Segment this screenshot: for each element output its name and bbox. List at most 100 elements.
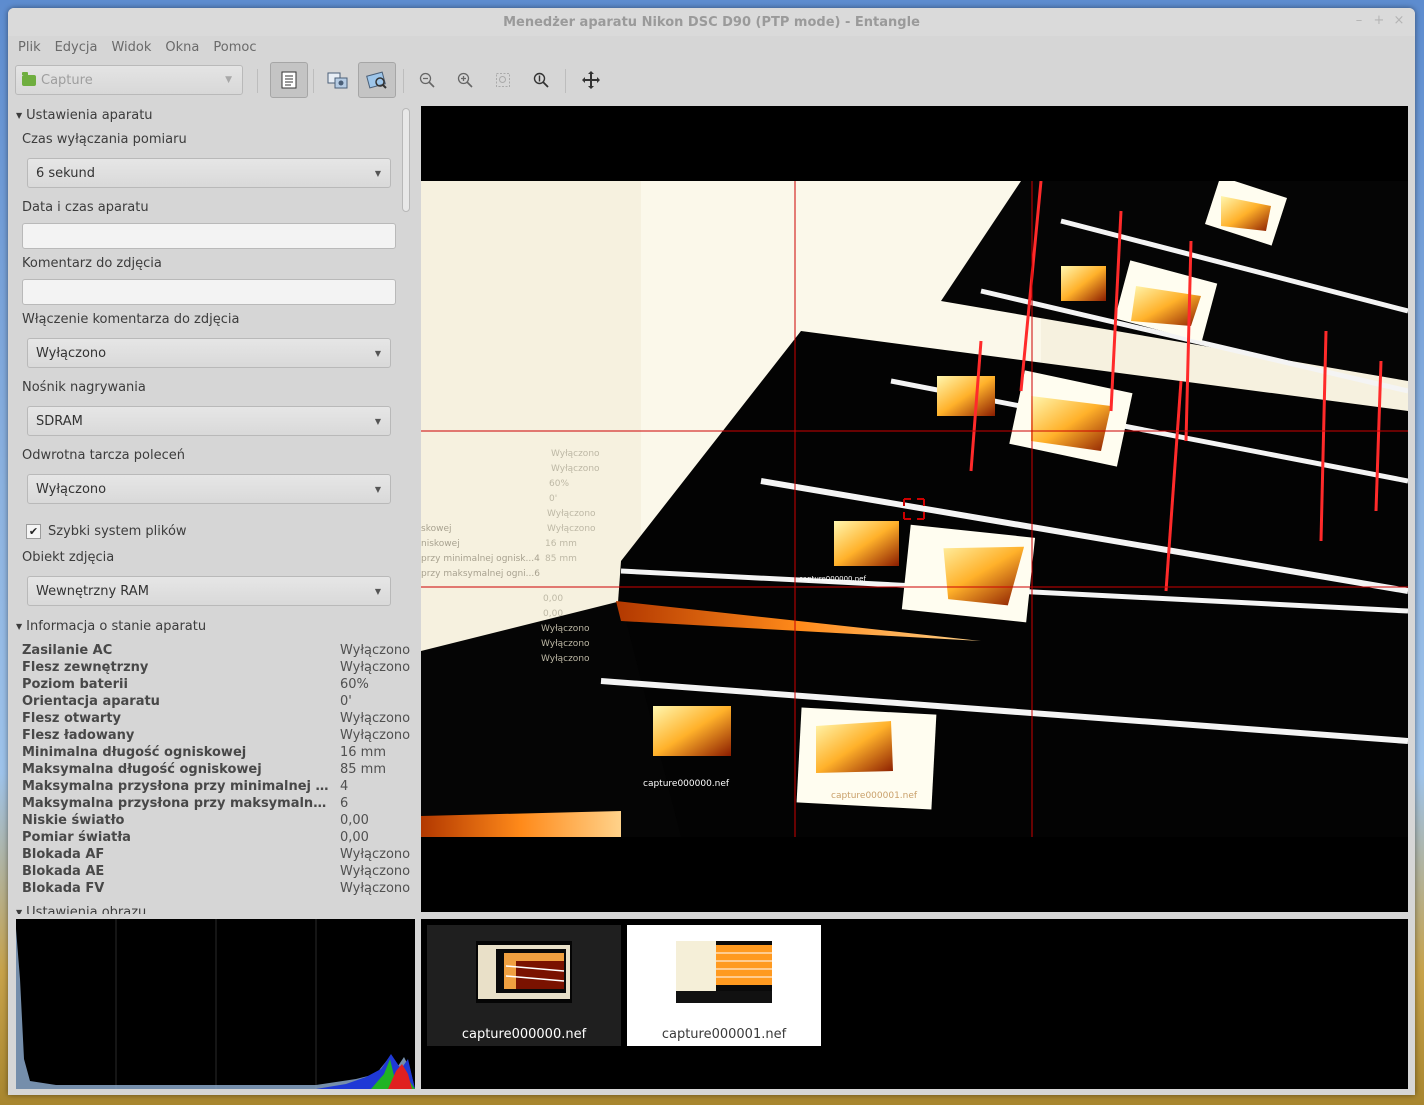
status-value: 0' [340,694,352,709]
status-row: Flesz zewnętrzny Wyłączono [22,660,410,677]
menu-okna[interactable]: Okna [165,40,207,55]
thumbnail-0-image [476,941,572,1003]
settings-panel-icon [281,71,297,89]
chevron-down-icon: ▼ [374,169,381,178]
svg-text:niskowej: niskowej [421,539,460,549]
zoom-in-button[interactable] [450,65,480,95]
zoom-out-icon [419,72,435,88]
thumbnail-1[interactable]: capture000001.nef [627,925,821,1046]
reverse-dial-dropdown[interactable]: Wyłączono ▼ [27,474,391,504]
status-value: 0,00 [340,813,369,828]
svg-text:60%: 60% [549,479,569,489]
recording-media-value: SDRAM [36,413,83,429]
status-key: Flesz ładowany [22,728,135,743]
status-key: Orientacja aparatu [22,694,160,709]
status-key: Zasilanie AC [22,643,113,658]
fast-fs-label: Szybki system plików [48,524,187,539]
datetime-label: Data i czas aparatu [22,200,149,215]
recording-media-dropdown[interactable]: SDRAM ▼ [27,406,391,436]
toolbar-separator [257,69,258,93]
chevron-down-icon: ▼ [225,75,232,85]
histogram [16,919,415,1089]
thumbnail-1-image [676,941,772,1003]
status-key: Maksymalna przysłona przy minimalnej ogn… [22,779,330,794]
status-row: Blokada FV Wyłączono [22,881,410,898]
menu-plik[interactable]: Plik [18,40,49,55]
fullscreen-button[interactable] [576,65,606,95]
chevron-down-icon: ▼ [374,587,381,596]
zoom-fit-button[interactable] [488,65,518,95]
status-key: Poziom baterii [22,677,128,692]
status-value: Wyłączono [340,643,411,658]
minimize-icon[interactable]: – [1353,13,1365,28]
zoom-normal-button[interactable] [526,65,556,95]
svg-text:Wyłączono: Wyłączono [551,464,600,474]
comment-label: Komentarz do zdjęcia [22,256,162,271]
image-settings-header[interactable]: ▼ Ustawienia obrazu [16,905,146,914]
status-key: Blokada AE [22,864,105,879]
comment-field[interactable] [22,279,396,305]
status-value: Wyłączono [340,728,411,743]
svg-text:Wyłączono: Wyłączono [547,524,596,534]
expander-icon: ▼ [16,908,23,914]
fast-fs-row[interactable]: ✔ Szybki system plików [26,524,187,539]
maximize-icon[interactable]: + [1373,13,1385,28]
status-row: Poziom baterii 60% [22,677,402,694]
menu-pomoc[interactable]: Pomoc [213,40,264,55]
preview-button[interactable] [358,62,396,98]
status-value: 6 [340,796,349,811]
svg-text:przy minimalnej ognisk...4: przy minimalnej ognisk...4 [421,554,540,564]
session-combo[interactable]: Capture ▼ [15,65,243,95]
thumbnail-0[interactable]: capture000000.nef [427,925,621,1046]
chevron-down-icon: ▼ [374,349,381,358]
preview-photo-svg: Wyłączono Wyłączono 60% 0' Wyłączono Wył… [421,181,1408,837]
status-key: Flesz zewnętrzny [22,660,149,675]
capture-button[interactable] [323,65,353,95]
overlay-label-1: capture000000.nef [799,575,866,583]
comment-enable-dropdown[interactable]: Wyłączono ▼ [27,338,391,368]
meter-off-label: Czas wyłączania pomiaru [22,132,187,147]
capture-target-dropdown[interactable]: Wewnętrzny RAM ▼ [27,576,391,606]
status-key: Maksymalna przysłona przy maksymalnej og… [22,796,330,811]
zoom-out-button[interactable] [412,65,442,95]
histogram-chart [16,919,415,1089]
comment-enable-label: Włączenie komentarza do zdjęcia [22,312,240,327]
camera-settings-title: Ustawienia aparatu [26,108,153,123]
status-row: Orientacja aparatu 0' [22,694,402,711]
image-settings-title: Ustawienia obrazu [26,905,147,914]
meter-off-value: 6 sekund [36,165,96,181]
status-value: 0,00 [340,830,369,845]
fast-fs-checkbox[interactable]: ✔ [26,524,41,539]
live-preview[interactable]: Wyłączono Wyłączono 60% 0' Wyłączono Wył… [421,106,1408,912]
fullscreen-icon [582,71,600,89]
status-key: Blokada FV [22,881,105,896]
camera-status-header[interactable]: ▼ Informacja o stanie aparatu [16,619,206,634]
svg-text:Wyłączono: Wyłączono [541,624,590,634]
status-value: Wyłączono [340,711,411,726]
chevron-down-icon: ▼ [374,485,381,494]
zoom-normal-icon [533,72,549,88]
folder-icon [22,71,36,86]
svg-text:0,00: 0,00 [543,594,563,604]
datetime-field[interactable] [22,223,396,249]
toolbar-separator [313,69,314,93]
menu-edycja[interactable]: Edycja [55,40,106,55]
settings-scrollbar[interactable] [402,108,410,212]
meter-off-dropdown[interactable]: 6 sekund ▼ [27,158,391,188]
status-key: Pomiar światła [22,830,131,845]
toolbar-separator [565,69,566,93]
preview-icon [366,71,387,89]
svg-text:Wyłączono: Wyłączono [547,509,596,519]
settings-panel-button[interactable] [270,62,308,98]
camera-status-title: Informacja o stanie aparatu [26,619,207,634]
title-bar: Menedżer aparatu Nikon DSC D90 (PTP mode… [8,8,1415,36]
status-row: Minimalna długość ogniskowej 16 mm [22,745,402,762]
close-icon[interactable]: × [1393,13,1405,28]
status-row: Zasilanie AC Wyłączono [22,643,410,660]
status-value: 85 mm [340,762,387,777]
zoom-in-icon [457,72,473,88]
camera-settings-header[interactable]: ▼ Ustawienia aparatu [16,108,153,123]
status-value: 60% [340,677,369,692]
menu-widok[interactable]: Widok [111,40,159,55]
status-key: Niskie światło [22,813,125,828]
